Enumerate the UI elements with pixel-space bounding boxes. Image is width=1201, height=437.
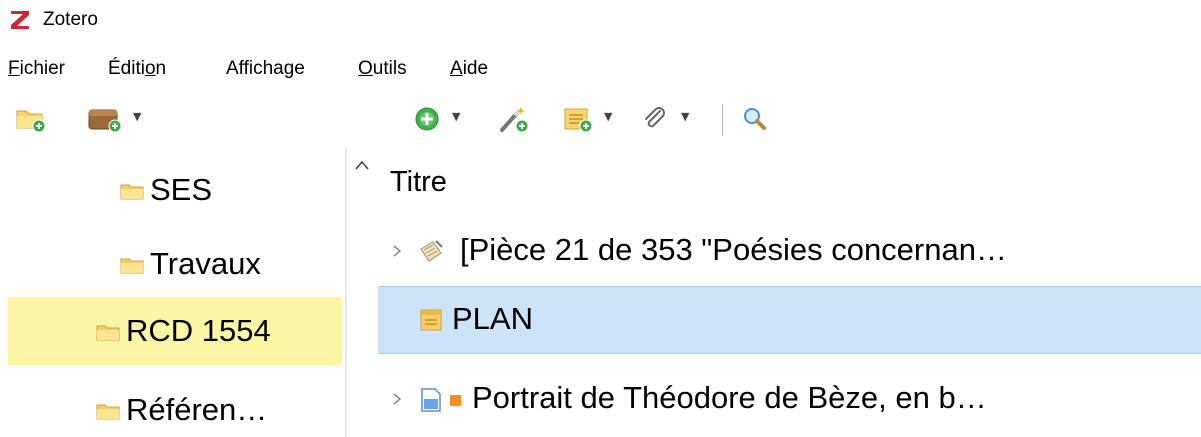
pane-splitter[interactable] <box>345 148 347 437</box>
title-bar: Zotero <box>0 0 1201 42</box>
menu-aide[interactable]: Aide <box>450 58 488 80</box>
new-library-button[interactable] <box>84 104 124 134</box>
toolbar: ▼ ▼ ▼ ▼ <box>0 96 1201 146</box>
folder-icon <box>120 258 144 274</box>
add-attachment-menu-caret-icon[interactable]: ▼ <box>681 110 689 123</box>
collection-row-rcd-1554[interactable]: RCD 1554 <box>8 297 342 365</box>
menu-outils[interactable]: Outils <box>358 58 407 80</box>
search-button[interactable] <box>740 104 770 134</box>
new-collection-button[interactable] <box>14 104 48 134</box>
items-pane: Titre [Pièce 21 de 353 "Poésies concerna… <box>378 148 1201 437</box>
add-attachment-button[interactable] <box>640 104 670 134</box>
new-note-menu-caret-icon[interactable]: ▼ <box>604 110 612 123</box>
menu-fichier[interactable]: Fichier <box>8 58 65 80</box>
item-title: Portrait de Théodore de Bèze, en b… <box>472 380 987 415</box>
manuscript-icon <box>420 240 443 262</box>
toolbar-separator <box>722 104 723 136</box>
collection-row-references[interactable]: Référen… <box>8 380 342 437</box>
new-library-menu-caret-icon[interactable]: ▼ <box>133 110 141 123</box>
item-title: [Pièce 21 de 353 "Poésies concernan… <box>460 232 1007 267</box>
item-row[interactable]: [Pièce 21 de 353 "Poésies concernan… <box>378 222 1201 280</box>
folder-icon <box>96 325 120 341</box>
document-icon <box>421 388 441 412</box>
new-item-button[interactable] <box>412 104 442 134</box>
collection-label: Travaux <box>150 246 261 281</box>
item-title: PLAN <box>452 301 533 336</box>
window-title: Zotero <box>43 9 98 30</box>
collection-row-ses[interactable]: SES <box>8 160 342 218</box>
folder-icon <box>96 404 120 420</box>
zotero-logo-icon <box>11 11 29 29</box>
item-row[interactable]: Portrait de Théodore de Bèze, en b… <box>378 370 1201 428</box>
column-header-title[interactable]: Titre <box>390 166 447 199</box>
collection-label: RCD 1554 <box>126 313 271 348</box>
collections-pane: SES Travaux RCD 1554 Référen… <box>0 148 345 437</box>
folder-icon <box>120 184 144 200</box>
note-icon <box>420 309 442 331</box>
menu-affichage[interactable]: Affichage <box>226 58 305 80</box>
scroll-up-icon[interactable] <box>353 158 371 172</box>
item-row-selected[interactable]: PLAN <box>378 286 1201 354</box>
new-item-menu-caret-icon[interactable]: ▼ <box>452 110 460 123</box>
menu-edition[interactable]: Édition <box>108 58 166 80</box>
collection-label: SES <box>150 172 213 207</box>
expand-chevron-icon[interactable] <box>390 390 404 408</box>
collection-row-travaux[interactable]: Travaux <box>8 234 342 292</box>
menu-bar: Fichier Édition Affichage Outils Aide <box>0 52 1201 88</box>
collection-label: Référen… <box>126 392 268 427</box>
add-by-identifier-button[interactable] <box>496 104 530 134</box>
expand-chevron-icon[interactable] <box>390 242 404 260</box>
color-tag-icon <box>450 395 461 406</box>
new-note-button[interactable] <box>560 104 594 134</box>
